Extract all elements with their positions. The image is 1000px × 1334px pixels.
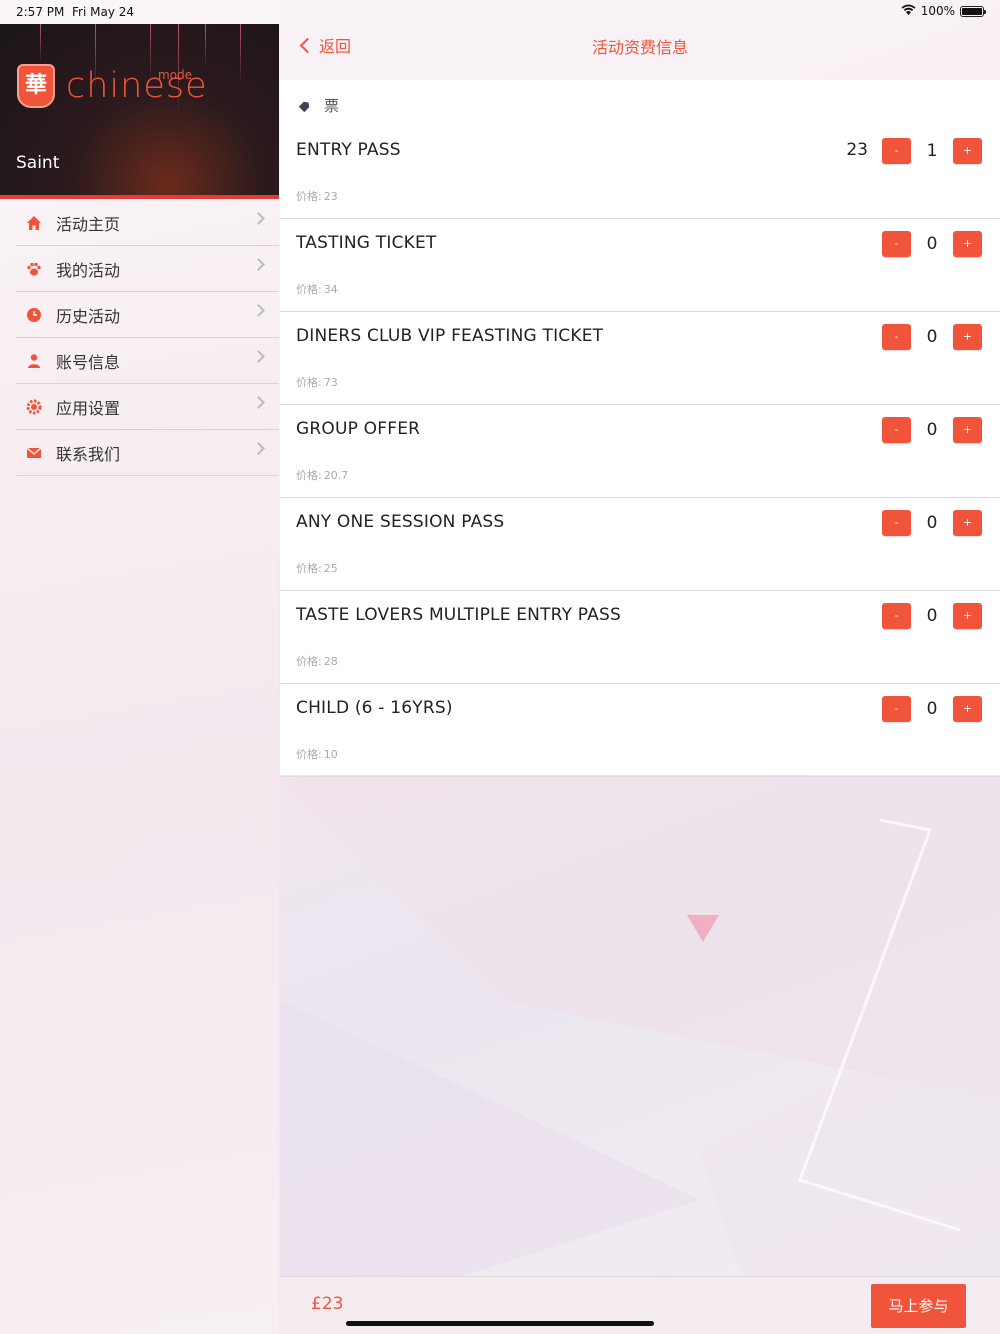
sidebar-item-account[interactable]: 账号信息 bbox=[16, 338, 279, 384]
increment-button[interactable]: + bbox=[953, 696, 982, 722]
home-icon bbox=[26, 215, 42, 231]
quantity-value: 0 bbox=[926, 513, 938, 533]
quantity-stepper: - 0 + bbox=[882, 324, 982, 350]
increment-button[interactable]: + bbox=[953, 231, 982, 257]
gear-icon bbox=[26, 399, 42, 415]
logo-subtext: mode bbox=[158, 68, 193, 82]
section-label: 票 bbox=[324, 97, 340, 115]
logo-badge: 華 bbox=[17, 64, 55, 108]
ticket-row: DINERS CLUB VIP FEASTING TICKET - 0 + 价格… bbox=[280, 312, 1000, 405]
increment-button[interactable]: + bbox=[953, 138, 982, 164]
home-indicator[interactable] bbox=[346, 1321, 654, 1326]
quantity-stepper: - 0 + bbox=[882, 231, 982, 257]
ticket-name: ENTRY PASS bbox=[296, 140, 401, 160]
sidebar-item-label: 活动主页 bbox=[56, 214, 121, 234]
mail-icon bbox=[26, 445, 42, 461]
chevron-right-icon bbox=[252, 350, 265, 363]
profile-banner: 華 chinese mode Saint bbox=[0, 24, 279, 199]
chevron-right-icon bbox=[252, 442, 265, 455]
username: Saint bbox=[16, 153, 60, 173]
sidebar-item-contact[interactable]: 联系我们 bbox=[16, 430, 279, 476]
nav-bar: 返回 活动资费信息 bbox=[280, 24, 1000, 66]
ticket-price: 价格: 34 bbox=[296, 283, 338, 296]
sidebar: 華 chinese mode Saint 活动主页 我的活动 历史活动 账号信息… bbox=[0, 0, 279, 1334]
chevron-right-icon bbox=[252, 212, 265, 225]
quantity-value: 0 bbox=[926, 327, 938, 347]
quantity-stepper: - 1 + bbox=[882, 138, 982, 164]
ticket-row: TASTING TICKET - 0 + 价格: 34 bbox=[280, 219, 1000, 312]
join-now-button[interactable]: 马上参与 bbox=[871, 1284, 966, 1328]
section-header: 票 bbox=[300, 95, 339, 116]
status-bar: 2:57 PM Fri May 24 100% bbox=[0, 0, 1000, 24]
quantity-value: 0 bbox=[926, 699, 938, 719]
ticket-price: 价格: 20.7 bbox=[296, 469, 349, 482]
ticket-row: CHILD (6 - 16YRS) - 0 + 价格: 10 bbox=[280, 684, 1000, 777]
chevron-right-icon bbox=[252, 304, 265, 317]
ticket-name: CHILD (6 - 16YRS) bbox=[296, 698, 453, 718]
ticket-name: TASTE LOVERS MULTIPLE ENTRY PASS bbox=[296, 605, 621, 625]
sidebar-item-label: 应用设置 bbox=[56, 398, 121, 418]
battery-icon bbox=[960, 5, 986, 17]
ticket-row-total: 23 bbox=[846, 140, 868, 160]
person-icon bbox=[26, 353, 42, 369]
tag-icon bbox=[300, 100, 312, 112]
page-title: 活动资费信息 bbox=[591, 38, 688, 57]
sidebar-item-label: 历史活动 bbox=[56, 306, 121, 326]
ticket-row: ANY ONE SESSION PASS - 0 + 价格: 25 bbox=[280, 498, 1000, 591]
sidebar-item-label: 我的活动 bbox=[56, 260, 121, 280]
battery-percent: 100% bbox=[920, 4, 955, 18]
ticket-price: 价格: 28 bbox=[296, 655, 338, 668]
decrement-button[interactable]: - bbox=[882, 231, 911, 257]
clock-icon bbox=[26, 307, 42, 323]
ticket-price: 价格: 73 bbox=[296, 376, 338, 389]
decrement-button[interactable]: - bbox=[882, 324, 911, 350]
quantity-value: 0 bbox=[926, 606, 938, 626]
ticket-price: 价格: 25 bbox=[296, 562, 338, 575]
decrement-button[interactable]: - bbox=[882, 138, 911, 164]
status-time: 2:57 PM bbox=[16, 5, 65, 19]
ticket-row: TASTE LOVERS MULTIPLE ENTRY PASS - 0 + 价… bbox=[280, 591, 1000, 684]
ticket-name: GROUP OFFER bbox=[296, 419, 421, 439]
quantity-value: 1 bbox=[926, 141, 938, 161]
paw-icon bbox=[26, 261, 42, 277]
quantity-stepper: - 0 + bbox=[882, 417, 982, 443]
chevron-right-icon bbox=[252, 396, 265, 409]
ticket-name: ANY ONE SESSION PASS bbox=[296, 512, 505, 532]
ticket-price: 价格: 23 bbox=[296, 190, 338, 203]
ticket-name: TASTING TICKET bbox=[296, 233, 437, 253]
sidebar-item-my-events[interactable]: 我的活动 bbox=[16, 246, 279, 292]
ticket-row: GROUP OFFER - 0 + 价格: 20.7 bbox=[280, 405, 1000, 498]
wifi-icon bbox=[901, 4, 916, 18]
increment-button[interactable]: + bbox=[953, 417, 982, 443]
sidebar-item-label: 账号信息 bbox=[56, 352, 121, 372]
decrement-button[interactable]: - bbox=[882, 417, 911, 443]
quantity-stepper: - 0 + bbox=[882, 510, 982, 536]
quantity-value: 0 bbox=[926, 234, 938, 254]
decrement-button[interactable]: - bbox=[882, 510, 911, 536]
quantity-stepper: - 0 + bbox=[882, 696, 982, 722]
sidebar-item-label: 联系我们 bbox=[56, 444, 121, 464]
decrement-button[interactable]: - bbox=[882, 603, 911, 629]
increment-button[interactable]: + bbox=[953, 510, 982, 536]
sidebar-item-history[interactable]: 历史活动 bbox=[16, 292, 279, 338]
increment-button[interactable]: + bbox=[953, 324, 982, 350]
increment-button[interactable]: + bbox=[953, 603, 982, 629]
sidebar-item-settings[interactable]: 应用设置 bbox=[16, 384, 279, 430]
chevron-right-icon bbox=[252, 258, 265, 271]
main-content: 返回 活动资费信息 票 ENTRY PASS 23 - 1 + 价格: 23 TA… bbox=[280, 0, 1000, 1334]
ticket-panel: 票 ENTRY PASS 23 - 1 + 价格: 23 TASTING TICK… bbox=[280, 80, 1000, 777]
decrement-button[interactable]: - bbox=[882, 696, 911, 722]
quantity-stepper: - 0 + bbox=[882, 603, 982, 629]
ticket-price: 价格: 10 bbox=[296, 748, 338, 761]
ticket-row: ENTRY PASS 23 - 1 + 价格: 23 bbox=[280, 126, 1000, 219]
sidebar-item-home[interactable]: 活动主页 bbox=[16, 200, 279, 246]
sidebar-menu: 活动主页 我的活动 历史活动 账号信息 应用设置 联系我们 bbox=[16, 200, 279, 476]
quantity-value: 0 bbox=[926, 420, 938, 440]
total-price: £23 bbox=[311, 1294, 344, 1314]
ticket-name: DINERS CLUB VIP FEASTING TICKET bbox=[296, 326, 604, 346]
status-date: Fri May 24 bbox=[72, 5, 135, 19]
